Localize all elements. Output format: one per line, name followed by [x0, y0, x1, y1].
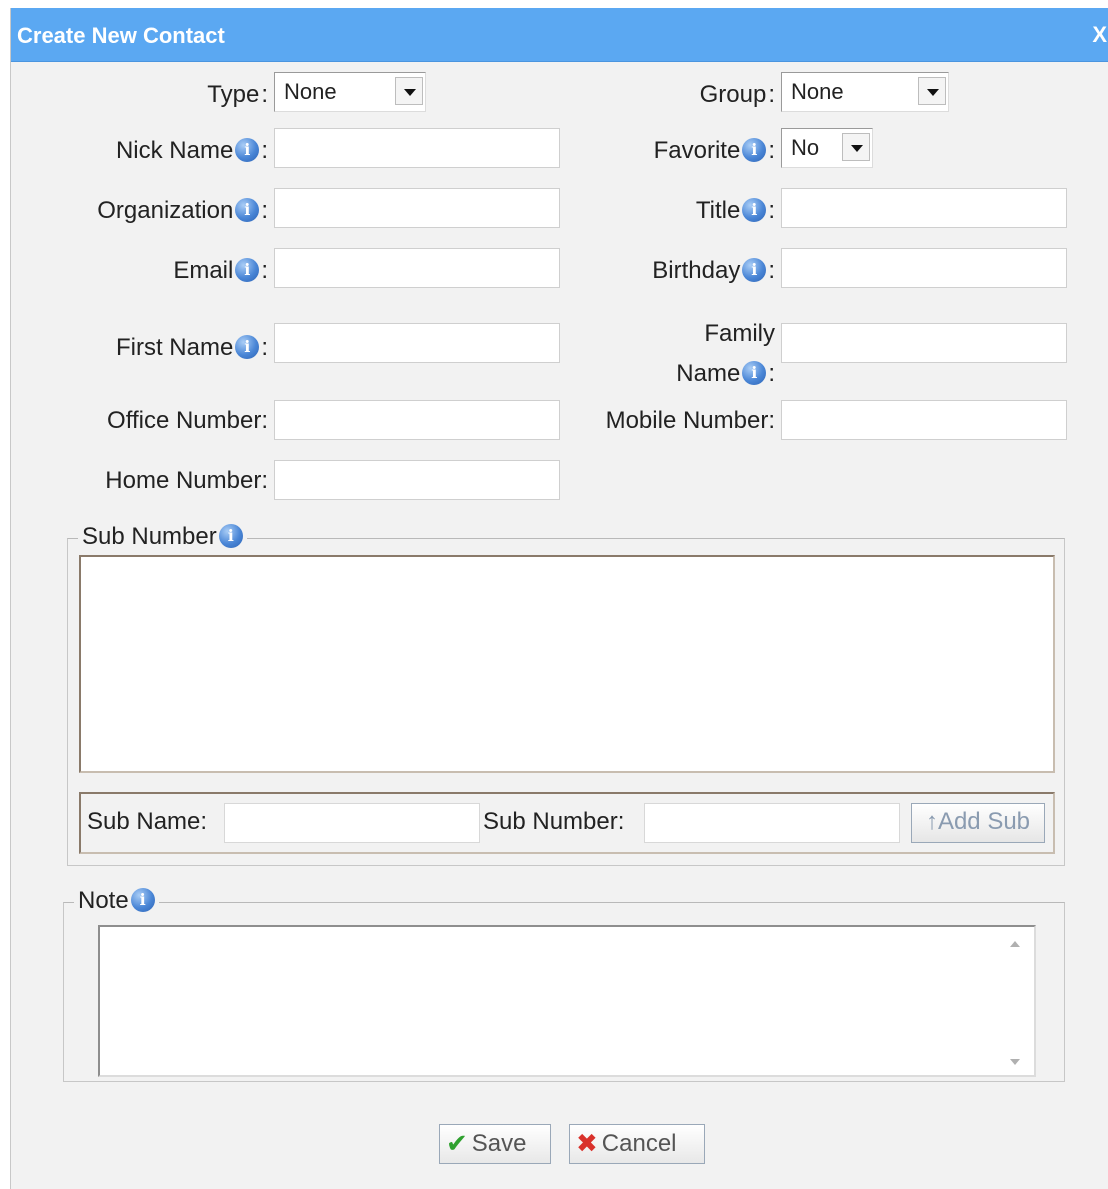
note-textarea[interactable] — [98, 925, 1036, 1077]
favorite-select[interactable]: No — [781, 128, 873, 168]
family-name-input[interactable] — [781, 323, 1067, 363]
dialog-title: Create New Contact — [17, 23, 225, 48]
chevron-down-icon — [918, 77, 946, 105]
info-icon[interactable]: i — [235, 258, 260, 282]
note-fieldset: Note i — [63, 887, 1065, 1082]
chevron-down-icon — [842, 133, 870, 161]
info-icon[interactable]: i — [235, 198, 260, 222]
sub-number-label: Sub Number: — [483, 808, 625, 835]
nick-name-label: Nick Name i: — [115, 137, 268, 164]
family-name-label: Family Name i: — [676, 320, 775, 387]
sub-name-label: Sub Name: — [87, 808, 208, 835]
check-icon: ✔ — [446, 1128, 468, 1158]
group-select[interactable]: None — [781, 72, 949, 112]
title-input[interactable] — [781, 188, 1067, 228]
create-contact-dialog: Create New Contact X Type: None Group: N… — [10, 8, 1108, 1189]
info-icon[interactable]: i — [742, 361, 767, 385]
type-select-value: None — [284, 79, 337, 104]
birthday-label: Birthday i: — [652, 257, 775, 284]
first-name-input[interactable] — [274, 323, 560, 363]
x-icon: ✖ — [576, 1128, 598, 1158]
info-icon[interactable]: i — [218, 524, 243, 548]
type-label: Type: — [207, 81, 268, 108]
title-label: Title i: — [695, 197, 775, 224]
group-label: Group: — [699, 81, 775, 108]
favorite-label: Favorite i: — [653, 137, 775, 164]
info-icon[interactable]: i — [742, 198, 767, 222]
home-number-input[interactable] — [274, 460, 560, 500]
cancel-button-label: Cancel — [601, 1130, 677, 1157]
sub-number-fieldset: Sub Number i Sub Name: Sub Number: ↑Add S… — [67, 523, 1065, 866]
chevron-down-icon — [395, 77, 423, 105]
title-bar[interactable]: Create New Contact X — [11, 8, 1108, 62]
type-select[interactable]: None — [274, 72, 426, 112]
sub-name-input[interactable] — [224, 803, 480, 843]
sub-number-entry-bar: Sub Name: Sub Number: ↑Add Sub — [79, 792, 1055, 854]
first-name-label: First Name i: — [115, 334, 268, 361]
organization-input[interactable] — [274, 188, 560, 228]
save-button[interactable]: ✔ Save — [439, 1124, 551, 1164]
add-sub-button[interactable]: ↑Add Sub — [911, 803, 1045, 843]
info-icon[interactable]: i — [742, 258, 767, 282]
scroll-down-icon[interactable] — [1010, 1059, 1020, 1065]
note-legend: Note i — [74, 887, 159, 915]
office-number-label: Office Number: — [107, 407, 268, 434]
nick-name-input[interactable] — [274, 128, 560, 168]
sub-number-list[interactable] — [79, 555, 1055, 773]
save-button-label: Save — [471, 1130, 527, 1157]
mobile-number-input[interactable] — [781, 400, 1067, 440]
info-icon[interactable]: i — [235, 138, 260, 162]
organization-label: Organization i: — [97, 197, 268, 224]
cancel-button[interactable]: ✖ Cancel — [569, 1124, 705, 1164]
favorite-select-value: No — [791, 135, 820, 160]
office-number-input[interactable] — [274, 400, 560, 440]
birthday-input[interactable] — [781, 248, 1067, 288]
email-label: Email i: — [173, 257, 268, 284]
home-number-label: Home Number: — [105, 467, 268, 494]
group-select-value: None — [791, 79, 844, 104]
sub-number-legend: Sub Number i — [78, 523, 247, 551]
scroll-up-icon[interactable] — [1010, 941, 1020, 947]
email-input[interactable] — [274, 248, 560, 288]
sub-number-input[interactable] — [644, 803, 900, 843]
info-icon[interactable]: i — [742, 138, 767, 162]
info-icon[interactable]: i — [130, 888, 155, 912]
info-icon[interactable]: i — [235, 335, 260, 359]
close-button[interactable]: X — [1092, 22, 1107, 48]
mobile-number-label: Mobile Number: — [605, 407, 775, 434]
